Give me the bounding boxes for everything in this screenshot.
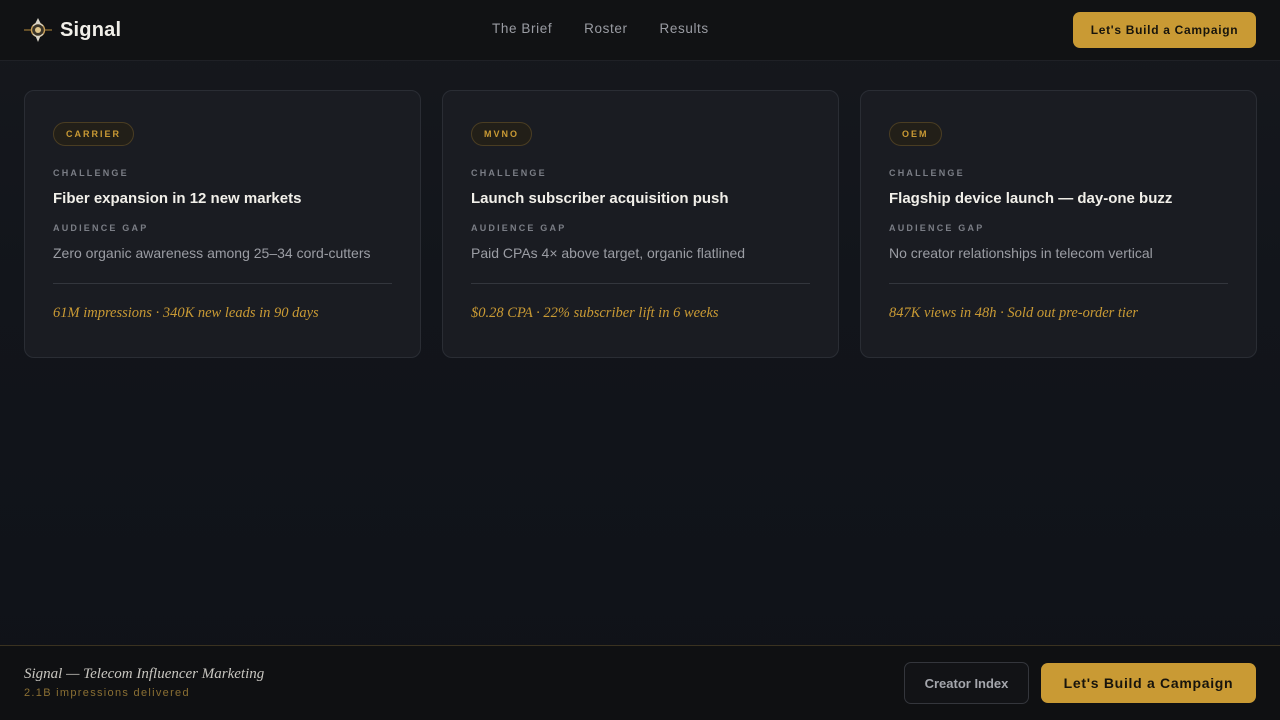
nav-link-roster[interactable]: Roster — [584, 21, 627, 36]
segment-badge: OEM — [889, 122, 942, 146]
radio-tower-logo-icon — [24, 18, 52, 42]
main-nav: The Brief Roster Results — [492, 21, 709, 36]
segment-badge: MVNO — [471, 122, 532, 146]
challenge-label: CHALLENGE — [889, 168, 965, 178]
audience-gap-label: AUDIENCE GAP — [889, 223, 985, 233]
result-text: $0.28 CPA · 22% subscriber lift in 6 wee… — [471, 305, 719, 321]
audience-gap-text: No creator relationships in telecom vert… — [889, 245, 1153, 261]
result-text: 847K views in 48h · Sold out pre-order t… — [889, 305, 1139, 321]
divider — [471, 283, 810, 284]
footer-title: Signal — Telecom Influencer Marketing — [24, 666, 265, 682]
case-card-carrier: CARRIER CHALLENGE Fiber expansion in 12 … — [24, 90, 421, 358]
challenge-text: Launch subscriber acquisition push — [471, 190, 729, 207]
audience-gap-label: AUDIENCE GAP — [471, 223, 567, 233]
audience-gap-label: AUDIENCE GAP — [53, 223, 149, 233]
top-nav-bar: Signal The Brief Roster Results Let's Bu… — [0, 0, 1280, 61]
nav-link-the-brief[interactable]: The Brief — [492, 21, 552, 36]
audience-gap-text: Paid CPAs 4× above target, organic flatl… — [471, 245, 746, 261]
footer-stat: 2.1B impressions delivered — [24, 687, 190, 699]
header-build-campaign-button[interactable]: Let's Build a Campaign — [1073, 12, 1256, 48]
footer-build-campaign-button[interactable]: Let's Build a Campaign — [1041, 663, 1256, 703]
sticky-footer-bar: Signal — Telecom Influencer Marketing 2.… — [0, 645, 1280, 720]
divider — [53, 283, 392, 284]
segment-badge: CARRIER — [53, 122, 135, 146]
audience-gap-text: Zero organic awareness among 25–34 cord-… — [53, 245, 371, 261]
case-study-cards: CARRIER CHALLENGE Fiber expansion in 12 … — [24, 90, 1257, 358]
brand[interactable]: Signal — [24, 17, 121, 43]
result-text: 61M impressions · 340K new leads in 90 d… — [53, 305, 319, 321]
page: Signal The Brief Roster Results Let's Bu… — [0, 0, 1280, 720]
challenge-label: CHALLENGE — [471, 168, 547, 178]
challenge-label: CHALLENGE — [53, 168, 129, 178]
creator-index-button[interactable]: Creator Index — [904, 662, 1029, 704]
challenge-text: Flagship device launch — day-one buzz — [889, 190, 1173, 207]
case-card-oem: OEM CHALLENGE Flagship device launch — d… — [860, 90, 1257, 358]
brand-name: Signal — [60, 18, 122, 41]
challenge-text: Fiber expansion in 12 new markets — [53, 190, 302, 207]
case-card-mvno: MVNO CHALLENGE Launch subscriber acquisi… — [442, 90, 839, 358]
divider — [889, 283, 1228, 284]
nav-link-results[interactable]: Results — [660, 21, 709, 36]
